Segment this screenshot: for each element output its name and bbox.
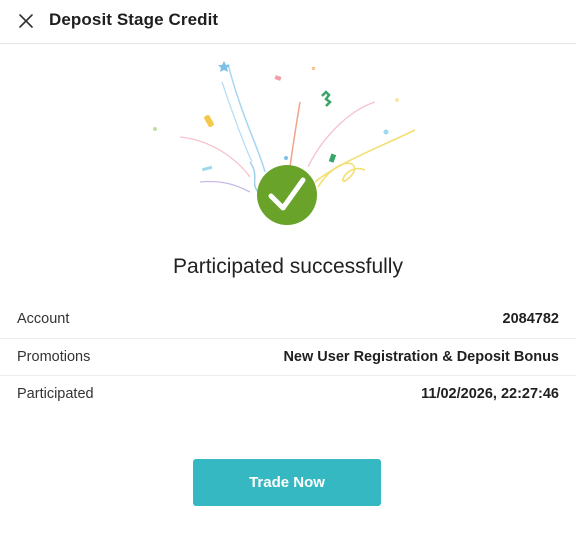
detail-value: 11/02/2026, 22:27:46 <box>421 386 559 402</box>
detail-value: New User Registration & Deposit Bonus <box>283 349 559 365</box>
detail-value: 2084782 <box>502 310 559 327</box>
trade-now-button[interactable]: Trade Now <box>193 459 381 506</box>
detail-row-participated: Participated 11/02/2026, 22:27:46 <box>0 375 576 412</box>
detail-label: Account <box>17 310 70 327</box>
success-headline: Participated successfully <box>173 255 403 278</box>
detail-row-account: Account 2084782 <box>0 300 576 337</box>
detail-label: Participated <box>17 386 94 402</box>
page-title: Deposit Stage Credit <box>49 10 219 29</box>
detail-label: Promotions <box>17 349 91 365</box>
check-circle-icon <box>257 165 317 225</box>
header-bar: Deposit Stage Credit <box>0 0 576 44</box>
confetti-illustration <box>153 61 416 225</box>
close-button[interactable] <box>14 9 38 33</box>
close-icon <box>19 14 33 28</box>
detail-row-promotions: Promotions New User Registration & Depos… <box>0 338 576 375</box>
